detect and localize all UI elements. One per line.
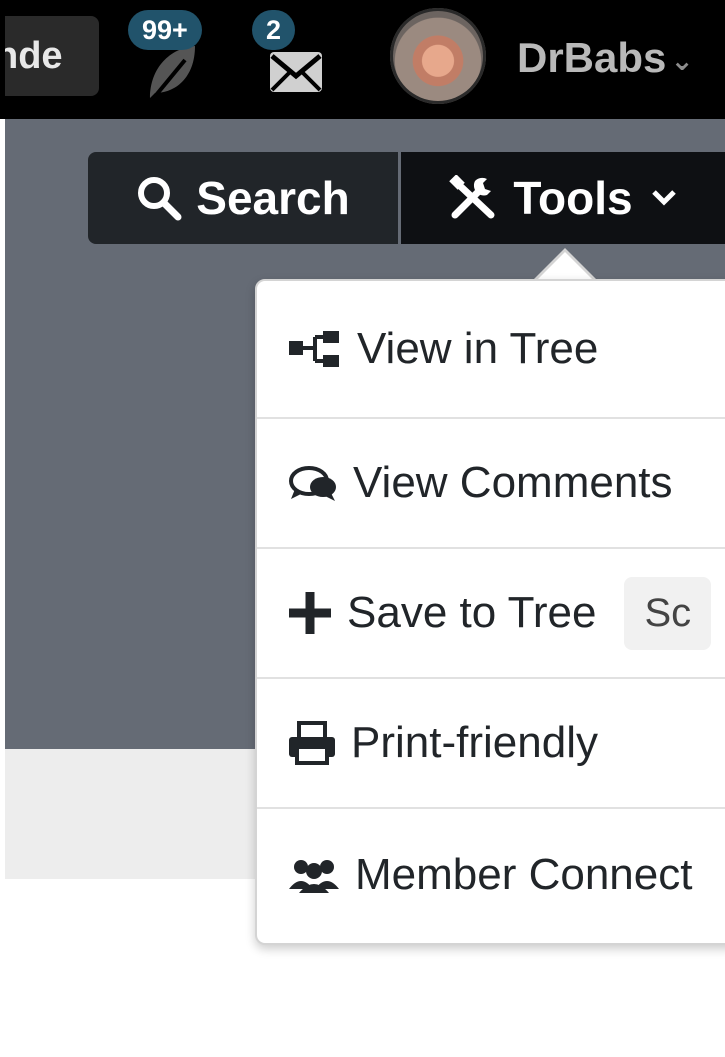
comments-icon [289,466,336,501]
search-button[interactable]: Search [88,152,398,244]
menu-item-label: Member Connect [355,850,693,899]
search-icon [138,177,182,221]
menu-item-label: Save to Tree [347,588,597,637]
menu-item-label: View in Tree [357,324,599,373]
mail-icon [270,52,322,92]
notifications-badge: 99+ [128,10,202,50]
notifications-button[interactable]: 99+ [128,10,210,102]
avatar[interactable] [390,8,486,104]
user-menu[interactable]: DrBabs ⌄ [517,30,694,89]
menu-item-print-friendly[interactable]: Print-friendly [257,679,725,807]
print-icon [289,721,335,765]
menu-item-save-to-tree[interactable]: Save to Tree Sc [257,549,725,677]
tools-button-label: Tools [513,172,633,224]
top-navigation-bar: nde 99+ 2 DrBabs ⌄ [0,0,725,119]
menu-item-label: View Comments [353,458,673,507]
user-name: DrBabs [517,34,667,81]
tools-dropdown-menu: View in Tree View Comments Save to Tree … [255,279,725,945]
tools-button[interactable]: Tools [401,152,725,244]
nav-button-label: nde [5,35,63,77]
menu-item-member-connect[interactable]: Member Connect [257,809,725,941]
members-icon [289,860,339,893]
messages-button[interactable]: 2 [252,10,330,98]
menu-item-view-in-tree[interactable]: View in Tree [257,281,725,417]
nav-button-partial[interactable]: nde [5,16,99,96]
search-button-label: Search [196,172,350,224]
chevron-down-icon: ⌄ [670,44,694,76]
save-source-chip[interactable]: Sc [624,576,712,650]
page-gutter [0,119,5,1057]
messages-badge: 2 [252,10,296,50]
menu-item-label: Print-friendly [351,718,598,767]
tools-icon [449,175,495,219]
tree-icon [289,331,339,367]
plus-icon [289,592,331,634]
menu-item-view-comments[interactable]: View Comments [257,419,725,547]
chevron-down-icon [651,190,676,206]
